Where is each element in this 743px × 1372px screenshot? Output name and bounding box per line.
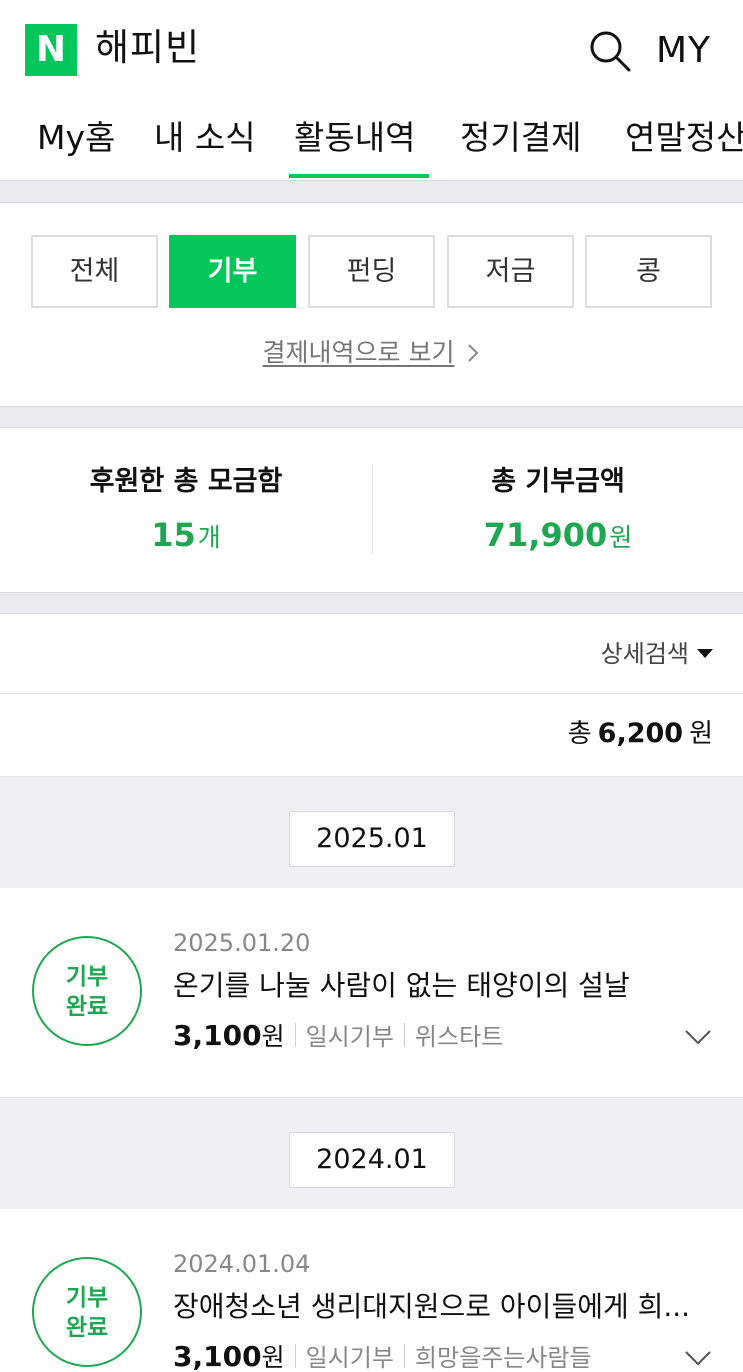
donation-summary: 후원한 총 모금함 15개 총 기부금액 71,900원 <box>0 428 743 592</box>
month-label: 2024.01 <box>289 1132 455 1188</box>
filter-savings[interactable]: 저금 <box>447 235 574 308</box>
main-tabs: My홈 내 소식 활동내역 정기결제 연말정산 <box>0 98 743 180</box>
total-amount: 총 6,200 원 <box>567 718 713 749</box>
payment-history-link[interactable]: 결제내역으로 보기 <box>0 333 743 369</box>
naver-logo[interactable]: N <box>25 24 77 76</box>
donation-meta: 3,100원 일시기부 위스타트 <box>173 1016 503 1060</box>
summary-total-funds: 후원한 총 모금함 15개 <box>0 464 372 558</box>
donation-title[interactable]: 온기를 나눌 사람이 없는 태양이의 설날 <box>173 966 713 1006</box>
summary-amount-label: 총 기부금액 <box>491 466 625 497</box>
tab-activity[interactable]: 활동내역 <box>294 116 415 160</box>
app-header: N 해피빈 MY <box>0 0 743 98</box>
filter-funding[interactable]: 펀딩 <box>308 235 435 308</box>
detail-search-bar: 상세검색 <box>0 614 743 694</box>
tab-my-news[interactable]: 내 소식 <box>154 116 256 160</box>
donation-title[interactable]: 장애청소년 생리대지원으로 아이들에게 희... <box>173 1287 713 1327</box>
tab-my-home[interactable]: My홈 <box>37 116 115 160</box>
filter-section: 전체 기부 펀딩 저금 콩 결제내역으로 보기 <box>0 203 743 406</box>
section-divider <box>0 406 743 428</box>
section-divider <box>0 592 743 614</box>
tab-year-end-tax[interactable]: 연말정산 <box>625 116 743 160</box>
filter-bean[interactable]: 콩 <box>585 235 712 308</box>
donation-amount: 3,100원 <box>173 1340 285 1372</box>
search-icon <box>590 31 631 72</box>
filter-all[interactable]: 전체 <box>31 235 158 308</box>
donation-item[interactable]: 기부 완료 2025.01.20 온기를 나눌 사람이 없는 태양이의 설날 3… <box>0 888 743 1098</box>
month-label: 2025.01 <box>289 811 455 867</box>
chevron-right-icon <box>468 344 479 362</box>
donation-organization: 위스타트 <box>414 1023 504 1051</box>
summary-total-amount: 총 기부금액 71,900원 <box>372 464 743 558</box>
status-badge: 기부 완료 <box>32 936 142 1046</box>
chevron-down-icon[interactable] <box>684 1028 712 1046</box>
total-bar: 총 6,200 원 <box>0 694 743 776</box>
donation-amount: 3,100원 <box>173 1019 285 1052</box>
donation-type: 일시기부 <box>305 1023 394 1051</box>
donation-date: 2024.01.04 <box>173 1250 311 1278</box>
summary-funds-label: 후원한 총 모금함 <box>89 466 283 497</box>
donation-date: 2025.01.20 <box>173 929 311 957</box>
donation-type: 일시기부 <box>305 1344 394 1372</box>
caret-down-icon <box>697 648 713 658</box>
month-header: 2024.01 <box>0 1097 743 1209</box>
tab-recurring-payment[interactable]: 정기결제 <box>460 116 581 160</box>
summary-amount-value: 71,900원 <box>483 516 633 554</box>
payment-history-label: 결제내역으로 보기 <box>262 338 455 367</box>
status-badge: 기부 완료 <box>32 1257 142 1367</box>
app-title[interactable]: 해피빈 <box>95 22 200 74</box>
summary-funds-value: 15개 <box>151 516 221 554</box>
donation-item[interactable]: 기부 완료 2024.01.04 장애청소년 생리대지원으로 아이들에게 희..… <box>0 1209 743 1372</box>
search-button[interactable] <box>587 28 633 74</box>
my-button[interactable]: MY <box>656 26 711 76</box>
section-divider <box>0 180 743 203</box>
donation-meta: 3,100원 일시기부 희망을주는사람들 <box>173 1337 592 1372</box>
active-tab-indicator <box>289 174 429 178</box>
month-header: 2025.01 <box>0 776 743 888</box>
detail-search-button[interactable]: 상세검색 <box>601 636 713 672</box>
donation-organization: 희망을주는사람들 <box>414 1344 592 1372</box>
filter-donation[interactable]: 기부 <box>169 235 296 308</box>
chevron-down-icon[interactable] <box>684 1349 712 1367</box>
